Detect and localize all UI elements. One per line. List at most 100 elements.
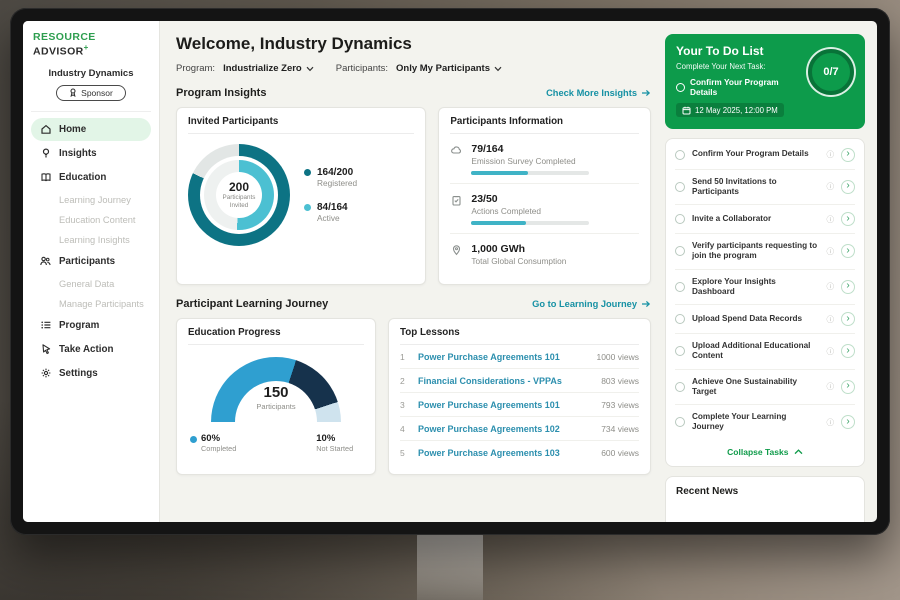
task-checkbox[interactable]	[675, 182, 685, 192]
lesson-rank: 1	[400, 352, 410, 362]
nav-label: Education	[59, 172, 106, 183]
nav-label: Insights	[59, 148, 97, 159]
todo-task[interactable]: Upload Spend Data Records ⓘ ›	[675, 305, 855, 334]
task-checkbox[interactable]	[676, 83, 685, 92]
task-checkbox[interactable]	[675, 346, 685, 356]
stat-row: 23/50 Actions Completed	[450, 184, 639, 234]
go-to-learning-journey-link[interactable]: Go to Learning Journey	[532, 299, 651, 309]
todo-summary-card: Your To Do List Complete Your Next Task:…	[665, 34, 865, 129]
chevron-right-icon[interactable]: ›	[841, 380, 855, 394]
progress-track	[471, 171, 589, 175]
todo-panel: Your To Do List Complete Your Next Task:…	[665, 21, 877, 522]
stat-label: Actions Completed	[471, 206, 589, 216]
learning-card-row: Education Progress 150 Participants 60	[176, 318, 651, 475]
section-title: Participant Learning Journey	[176, 298, 328, 310]
legend-label: Active	[317, 213, 340, 223]
learning-journey-header: Participant Learning Journey Go to Learn…	[176, 298, 651, 310]
chevron-right-icon[interactable]: ›	[841, 344, 855, 358]
arrow-right-icon	[641, 89, 651, 97]
gauge-center: 150 Participants	[211, 384, 341, 412]
chevron-right-icon[interactable]: ›	[841, 212, 855, 226]
sponsor-badge[interactable]: Sponsor	[56, 85, 126, 101]
task-label: Complete Your Learning Journey	[692, 412, 820, 433]
todo-task[interactable]: Complete Your Learning Journey ⓘ ›	[675, 405, 855, 440]
invited-donut-chart: 200 Participants Invited	[188, 144, 290, 246]
task-checkbox[interactable]	[675, 246, 685, 256]
lesson-link[interactable]: Power Purchase Agreements 103	[418, 448, 593, 458]
legend-item: 164/200 Registered	[304, 167, 357, 189]
collapse-tasks-link[interactable]: Collapse Tasks	[675, 440, 855, 464]
sidebar-item-program[interactable]: Program	[31, 314, 151, 337]
sidebar-item-education[interactable]: Education	[31, 166, 151, 189]
todo-progress-ring: 0/7	[808, 49, 854, 95]
task-label: Upload Additional Educational Content	[692, 341, 820, 362]
sidebar-item-general-data[interactable]: General Data	[31, 274, 151, 294]
sidebar-item-home[interactable]: Home	[31, 118, 151, 141]
progress-fill	[471, 221, 525, 225]
participants-filter-value: Only My Participants	[396, 63, 490, 74]
sidebar-item-participants[interactable]: Participants	[31, 250, 151, 273]
chevron-right-icon[interactable]: ›	[841, 180, 855, 194]
participants-information-card: Participants Information 79/164 Emission…	[438, 107, 651, 285]
sidebar-item-education-content[interactable]: Education Content	[31, 210, 151, 230]
lesson-link[interactable]: Power Purchase Agreements 101	[418, 400, 593, 410]
info-icon: ⓘ	[827, 281, 835, 292]
todo-task[interactable]: Send 50 Invitations to Participants ⓘ ›	[675, 170, 855, 206]
todo-task[interactable]: Upload Additional Educational Content ⓘ …	[675, 334, 855, 370]
nav-label: Program	[59, 320, 99, 331]
sidebar-item-settings[interactable]: Settings	[31, 362, 151, 385]
program-filter-select[interactable]: Industrialize Zero	[223, 63, 314, 74]
chevron-right-icon[interactable]: ›	[841, 312, 855, 326]
card-title: Top Lessons	[400, 327, 639, 345]
emission-icon	[450, 144, 463, 157]
invited-participants-card: Invited Participants 200 Participants In…	[176, 107, 426, 285]
recent-news-title: Recent News	[676, 486, 854, 497]
todo-task[interactable]: Invite a Collaborator ⓘ ›	[675, 205, 855, 234]
chevron-down-icon	[494, 66, 502, 72]
lesson-link[interactable]: Financial Considerations - VPPAs	[418, 376, 593, 386]
task-checkbox[interactable]	[675, 282, 685, 292]
task-checkbox[interactable]	[675, 150, 685, 160]
todo-task[interactable]: Explore Your Insights Dashboard ⓘ ›	[675, 270, 855, 306]
top-lessons-card: Top Lessons 1 Power Purchase Agreements …	[388, 318, 651, 475]
check-more-insights-link[interactable]: Check More Insights	[546, 88, 651, 98]
task-checkbox[interactable]	[675, 314, 685, 324]
sidebar-item-take-action[interactable]: Take Action	[31, 338, 151, 361]
card-title: Education Progress	[188, 327, 364, 345]
participants-filter-select[interactable]: Only My Participants	[396, 63, 502, 74]
stat-value: 79/164	[471, 143, 503, 155]
chevron-right-icon[interactable]: ›	[841, 280, 855, 294]
task-label: Explore Your Insights Dashboard	[692, 277, 820, 298]
legend-dot	[304, 169, 311, 176]
lesson-views: 600 views	[601, 448, 639, 458]
sidebar-item-manage-participants[interactable]: Manage Participants	[31, 294, 151, 314]
lesson-link[interactable]: Power Purchase Agreements 102	[418, 424, 593, 434]
todo-due-date: 12 May 2025, 12:00 PM	[676, 103, 784, 117]
sidebar-item-learning-journey[interactable]: Learning Journey	[31, 190, 151, 210]
legend-dot	[304, 204, 311, 211]
lesson-row: 4 Power Purchase Agreements 102 734 view…	[400, 417, 639, 441]
page-title: Welcome, Industry Dynamics	[176, 34, 651, 54]
lesson-link[interactable]: Power Purchase Agreements 101	[418, 352, 588, 362]
arrow-right-icon	[641, 300, 651, 308]
sidebar-item-insights[interactable]: Insights	[31, 142, 151, 165]
task-label: Upload Spend Data Records	[692, 314, 820, 324]
chevron-right-icon[interactable]: ›	[841, 415, 855, 429]
task-checkbox[interactable]	[675, 214, 685, 224]
todo-task[interactable]: Achieve One Sustainability Target ⓘ ›	[675, 370, 855, 406]
gauge-center-label: Participants	[256, 402, 295, 411]
app-logo: RESOURCE ADVISOR+	[31, 31, 151, 58]
task-checkbox[interactable]	[675, 417, 685, 427]
todo-task[interactable]: Confirm Your Program Details ⓘ ›	[675, 141, 855, 170]
sidebar-item-learning-insights[interactable]: Learning Insights	[31, 230, 151, 250]
task-label: Verify participants requesting to join t…	[692, 241, 820, 262]
task-checkbox[interactable]	[675, 382, 685, 392]
todo-next-task[interactable]: Confirm Your Program Details	[676, 77, 806, 97]
lesson-row: 3 Power Purchase Agreements 101 793 view…	[400, 393, 639, 417]
insights-card-row: Invited Participants 200 Participants In…	[176, 107, 651, 285]
education-progress-card: Education Progress 150 Participants 60	[176, 318, 376, 475]
chevron-right-icon[interactable]: ›	[841, 244, 855, 258]
chevron-right-icon[interactable]: ›	[841, 148, 855, 162]
todo-task[interactable]: Verify participants requesting to join t…	[675, 234, 855, 270]
info-icon: ⓘ	[827, 314, 835, 325]
